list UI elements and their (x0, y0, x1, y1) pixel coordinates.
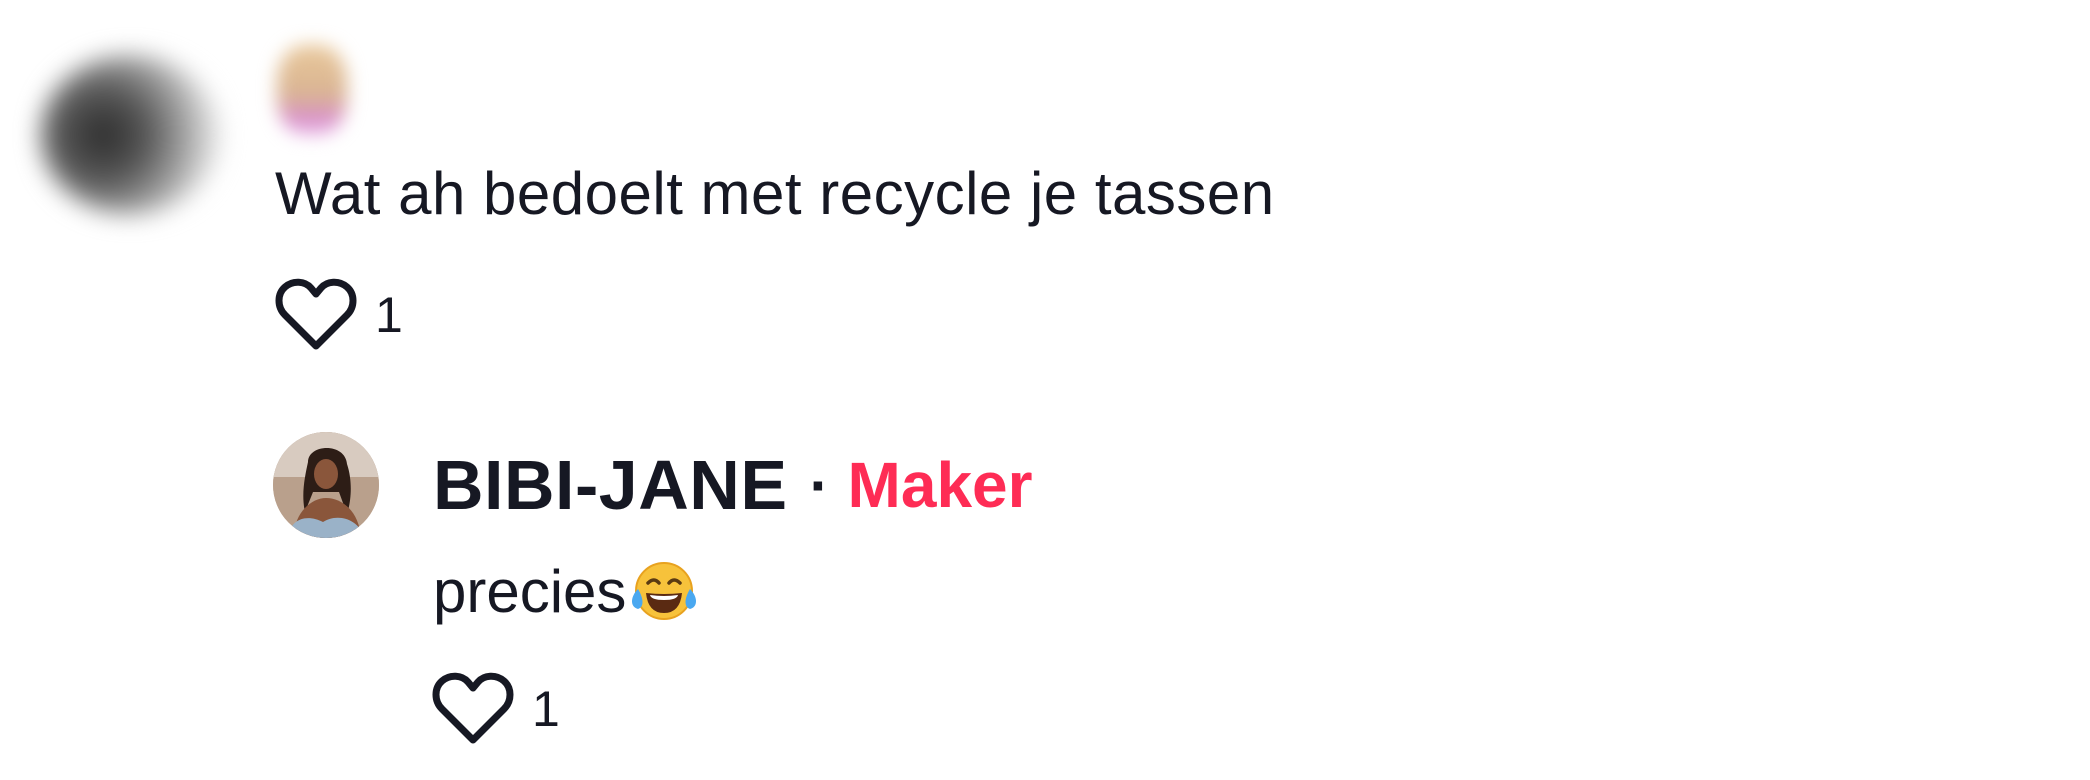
reply-like-row: 1 (432, 672, 560, 746)
commenter-username-blurred[interactable] (277, 45, 347, 135)
creator-avatar[interactable] (273, 432, 379, 538)
creator-badge: Maker (847, 449, 1033, 521)
face-with-tears-of-joy-emoji-icon (628, 559, 700, 625)
heart-icon[interactable] (432, 672, 514, 746)
reply-text: precies (433, 558, 627, 625)
reply-text-row: precies (433, 556, 700, 628)
comment-like-row: 1 (275, 278, 403, 352)
like-count: 1 (375, 287, 403, 343)
commenter-avatar-blurred[interactable] (40, 55, 220, 215)
comment-text: Wat ah bedoelt met recycle je tassen (275, 160, 1275, 227)
reply-header: BIBI-JANE · Maker (433, 443, 1033, 527)
creator-username[interactable]: BIBI-JANE (433, 443, 788, 527)
separator-dot: · (809, 451, 830, 519)
heart-icon[interactable] (275, 278, 357, 352)
like-count: 1 (532, 681, 560, 737)
